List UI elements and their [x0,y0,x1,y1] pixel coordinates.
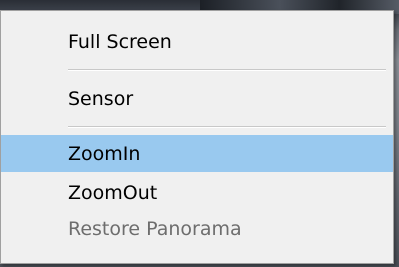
menu-item-restore-panorama: Restore Panorama [68,217,242,240]
menu-separator [68,69,386,71]
context-menu: Full Screen Sensor ZoomIn ZoomOut Restor… [0,10,394,264]
menu-item-zoom-out[interactable]: ZoomOut [1,174,393,211]
menu-item-sensor[interactable]: Sensor [1,80,393,117]
menu-separator [68,126,386,128]
menu-item-zoom-in[interactable]: ZoomIn [1,135,393,172]
menu-item-full-screen[interactable]: Full Screen [1,23,393,60]
